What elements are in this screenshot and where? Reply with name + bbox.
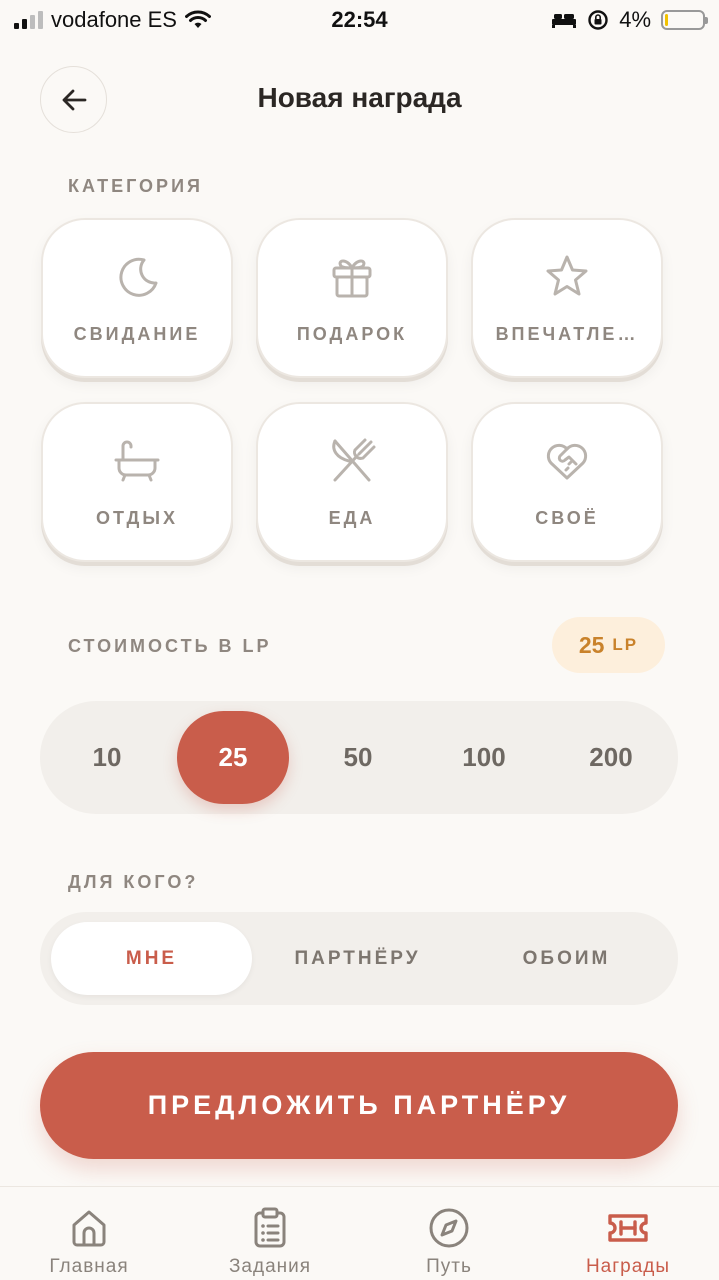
cost-badge: 25 LP (552, 617, 665, 673)
moon-icon (119, 257, 158, 297)
cost-badge-unit: LP (612, 635, 639, 654)
tab-rewards[interactable]: Награды (553, 1206, 703, 1278)
cost-option-10[interactable]: 10 (51, 711, 163, 804)
category-label-rest: ОТДЫХ (96, 507, 178, 528)
tab-label-home: Главная (49, 1256, 129, 1277)
heart-handshake-icon (546, 443, 588, 479)
tab-home[interactable]: Главная (14, 1206, 164, 1278)
propose-to-partner-button[interactable]: ПРЕДЛОЖИТЬ ПАРТНЁРУ (40, 1052, 678, 1159)
star-icon (546, 255, 588, 295)
cost-option-25[interactable]: 25 (177, 711, 289, 804)
cost-badge-value: 25 (578, 631, 605, 658)
cost-option-200[interactable]: 200 (555, 711, 667, 804)
carrier-label: vodafone ES (51, 7, 177, 32)
wifi-icon (184, 10, 211, 28)
gift-icon (332, 259, 372, 297)
category-label-custom: СВОЁ (535, 507, 599, 528)
ticket-icon (608, 1214, 648, 1242)
category-gift[interactable]: ПОДАРОК (256, 218, 448, 378)
tab-label-rewards: Награды (585, 1256, 671, 1277)
category-rest[interactable]: ОТДЫХ (41, 402, 233, 562)
bed-icon (552, 14, 577, 28)
recipient-option-both[interactable]: ОБОИМ (466, 922, 667, 995)
compass-icon (429, 1208, 469, 1248)
home-icon (72, 1210, 106, 1247)
category-label: КАТЕГОРИЯ (68, 176, 203, 196)
recipient-option-partner[interactable]: ПАРТНЁРУ (257, 922, 458, 995)
cost-option-100[interactable]: 100 (428, 711, 540, 804)
category-label-food: ЕДА (328, 507, 376, 528)
category-date[interactable]: СВИДАНИЕ (41, 218, 233, 378)
category-custom[interactable]: СВОЁ (471, 402, 663, 562)
tab-label-tasks: Задания (228, 1256, 312, 1277)
cost-label: СТОИМОСТЬ В LP (68, 636, 272, 656)
category-label-experience: ВПЕЧАТЛЕ… (495, 323, 639, 344)
category-experience[interactable]: ВПЕЧАТЛЕ… (471, 218, 663, 378)
clipboard-icon (254, 1207, 286, 1248)
signal-icon (14, 11, 43, 29)
category-label-gift: ПОДАРОК (296, 323, 408, 344)
tab-path[interactable]: Путь (374, 1206, 524, 1278)
status-bar: vodafone ES 22:54 4% (0, 0, 719, 40)
bathtub-icon (114, 440, 160, 481)
battery-percent: 4% (619, 7, 651, 32)
cost-option-50[interactable]: 50 (302, 711, 414, 804)
utensils-icon (332, 438, 376, 481)
page-title: Новая награда (257, 82, 462, 113)
category-food[interactable]: ЕДА (256, 402, 448, 562)
orientation-lock-icon (588, 10, 608, 30)
tab-label-path: Путь (426, 1256, 472, 1277)
tab-tasks[interactable]: Задания (195, 1206, 345, 1278)
category-label-date: СВИДАНИЕ (73, 323, 201, 344)
battery-icon (661, 10, 708, 30)
recipient-option-me[interactable]: МНЕ (51, 922, 252, 995)
recipient-label: ДЛЯ КОГО? (68, 872, 199, 892)
